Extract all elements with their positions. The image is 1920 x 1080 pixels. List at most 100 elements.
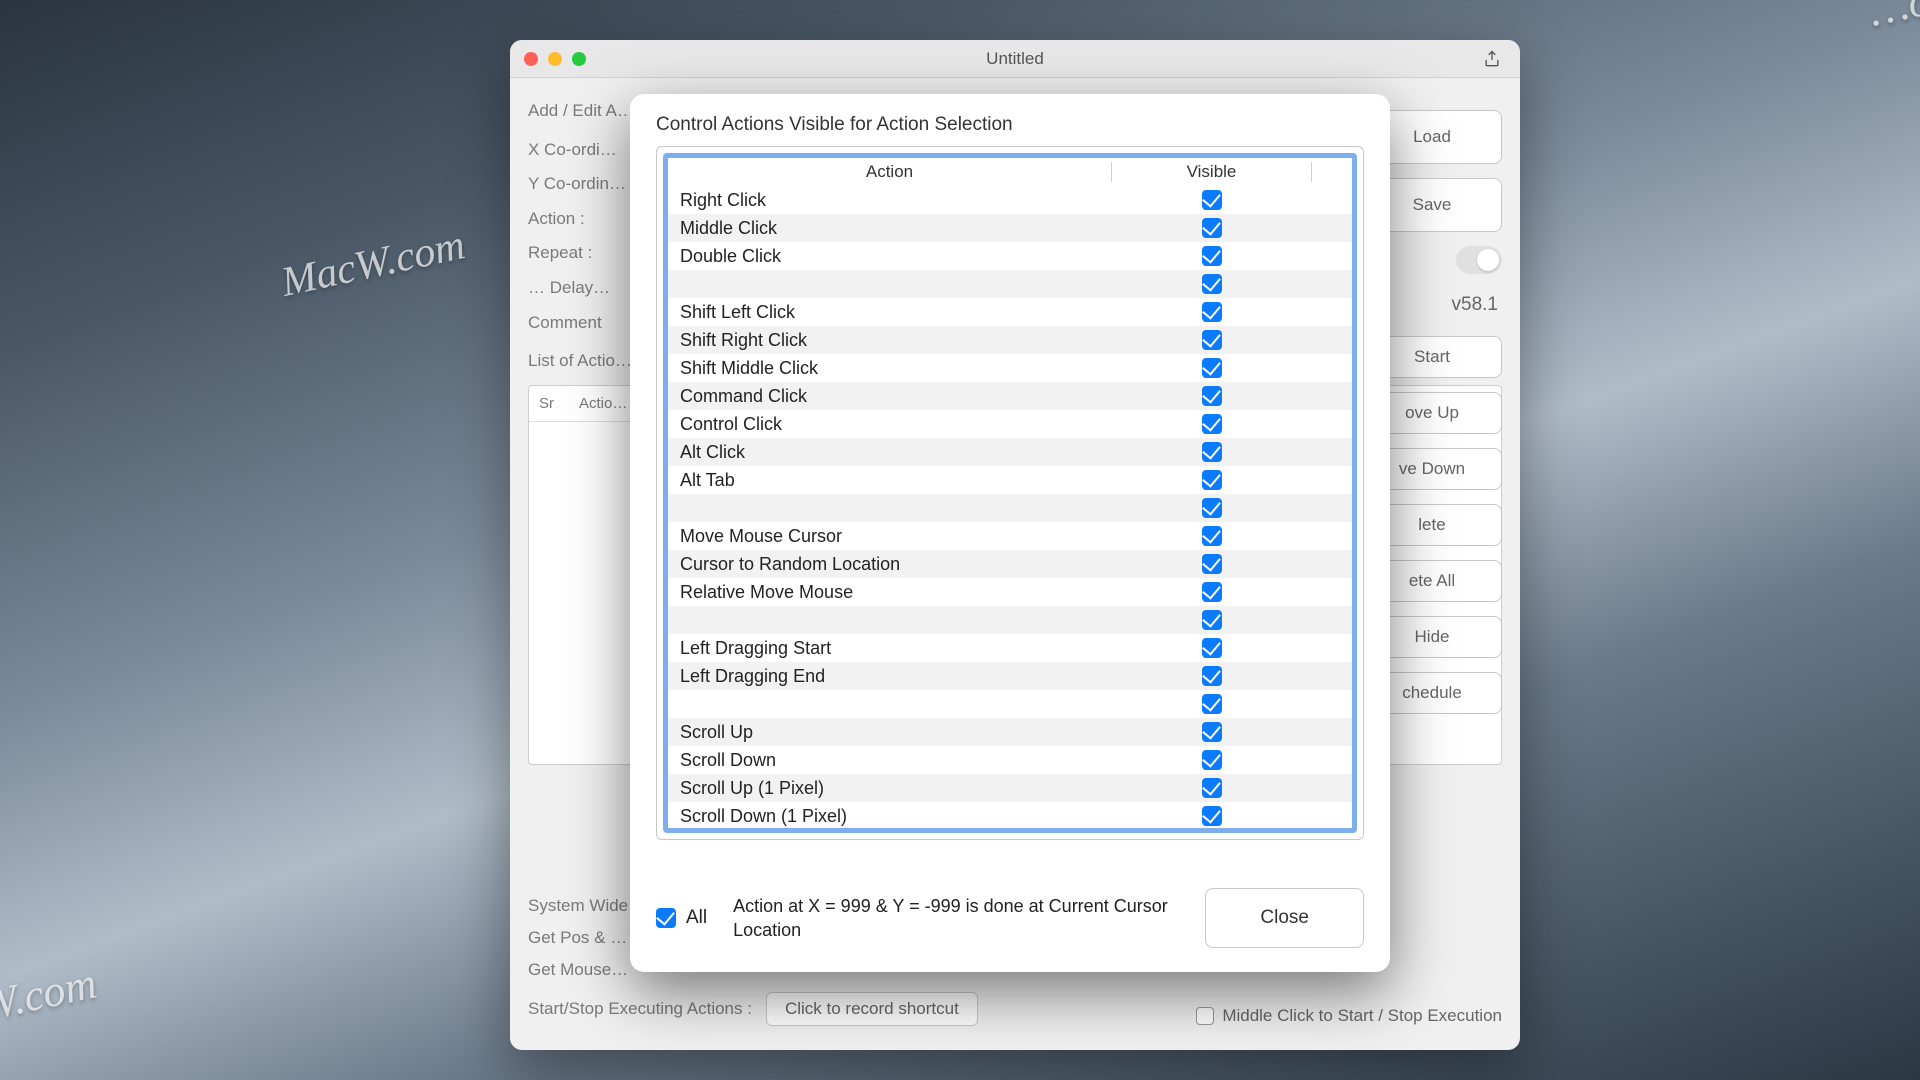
list-item-label: Left Dragging Start — [668, 638, 1112, 659]
header-visible: Visible — [1112, 162, 1312, 182]
list-item-visible-cell[interactable] — [1112, 358, 1312, 378]
visible-checkbox[interactable] — [1202, 582, 1222, 602]
list-item[interactable]: Double Click — [668, 242, 1352, 270]
list-item[interactable]: Shift Middle Click — [668, 354, 1352, 382]
visible-checkbox[interactable] — [1202, 778, 1222, 798]
list-item[interactable]: Left Dragging Start — [668, 634, 1352, 662]
list-item-visible-cell[interactable] — [1112, 498, 1312, 518]
list-item-visible-cell[interactable] — [1112, 526, 1312, 546]
visible-checkbox[interactable] — [1202, 806, 1222, 826]
toggle-switch[interactable] — [1456, 246, 1502, 274]
list-item-visible-cell[interactable] — [1112, 582, 1312, 602]
list-item-visible-cell[interactable] — [1112, 218, 1312, 238]
visible-checkbox[interactable] — [1202, 722, 1222, 742]
list-item-label: Double Click — [668, 246, 1112, 267]
list-item[interactable]: Alt Click — [668, 438, 1352, 466]
list-item[interactable]: Scroll Down (1 Pixel) — [668, 802, 1352, 830]
list-item[interactable]: Shift Right Click — [668, 326, 1352, 354]
startstop-label: Start/Stop Executing Actions : — [528, 999, 752, 1019]
titlebar: Untitled — [510, 40, 1520, 78]
minimize-window-icon[interactable] — [548, 52, 562, 66]
col-sr: Sr — [539, 390, 579, 417]
list-item[interactable]: Command Click — [668, 382, 1352, 410]
maximize-window-icon[interactable] — [572, 52, 586, 66]
visible-checkbox[interactable] — [1202, 302, 1222, 322]
list-item-visible-cell[interactable] — [1112, 722, 1312, 742]
close-button[interactable]: Close — [1205, 888, 1364, 948]
middle-click-label: Middle Click to Start / Stop Execution — [1222, 1006, 1502, 1026]
list-item-label: Cursor to Random Location — [668, 554, 1112, 575]
list-item[interactable] — [668, 606, 1352, 634]
list-item-visible-cell[interactable] — [1112, 330, 1312, 350]
list-item-visible-cell[interactable] — [1112, 274, 1312, 294]
middle-click-row[interactable]: Middle Click to Start / Stop Execution — [1196, 1006, 1502, 1026]
visible-checkbox[interactable] — [1202, 638, 1222, 658]
visible-checkbox[interactable] — [1202, 666, 1222, 686]
record-shortcut-button[interactable]: Click to record shortcut — [766, 992, 978, 1026]
list-item-label: Right Click — [668, 190, 1112, 211]
visible-checkbox[interactable] — [1202, 218, 1222, 238]
list-item[interactable]: Cursor to Random Location — [668, 550, 1352, 578]
list-item-visible-cell[interactable] — [1112, 302, 1312, 322]
visible-checkbox[interactable] — [1202, 358, 1222, 378]
list-item-label: Alt Click — [668, 442, 1112, 463]
visible-checkbox[interactable] — [1202, 246, 1222, 266]
footer-info-text: Action at X = 999 & Y = -999 is done at … — [733, 894, 1179, 943]
list-item-label: Control Click — [668, 414, 1112, 435]
list-item[interactable]: Scroll Down — [668, 746, 1352, 774]
list-item-label: Command Click — [668, 386, 1112, 407]
list-item-visible-cell[interactable] — [1112, 246, 1312, 266]
list-item[interactable] — [668, 270, 1352, 298]
visible-checkbox[interactable] — [1202, 498, 1222, 518]
list-item-visible-cell[interactable] — [1112, 806, 1312, 826]
visible-checkbox[interactable] — [1202, 442, 1222, 462]
list-item[interactable]: Scroll Up (1 Pixel) — [668, 774, 1352, 802]
actions-list[interactable]: Action Visible Right ClickMiddle ClickDo… — [663, 153, 1357, 833]
list-item-visible-cell[interactable] — [1112, 554, 1312, 574]
list-item[interactable] — [668, 494, 1352, 522]
visible-checkbox[interactable] — [1202, 470, 1222, 490]
all-checkbox-row[interactable]: All — [656, 907, 707, 929]
list-item-label: Shift Right Click — [668, 330, 1112, 351]
share-icon[interactable] — [1482, 49, 1502, 69]
list-item[interactable]: Left Dragging End — [668, 662, 1352, 690]
list-item-visible-cell[interactable] — [1112, 750, 1312, 770]
list-item-visible-cell[interactable] — [1112, 778, 1312, 798]
middle-click-checkbox[interactable] — [1196, 1007, 1214, 1025]
list-item[interactable]: Alt Tab — [668, 466, 1352, 494]
list-item-visible-cell[interactable] — [1112, 610, 1312, 630]
visible-checkbox[interactable] — [1202, 554, 1222, 574]
list-item-visible-cell[interactable] — [1112, 190, 1312, 210]
list-item-visible-cell[interactable] — [1112, 442, 1312, 462]
list-item-visible-cell[interactable] — [1112, 694, 1312, 714]
list-item-visible-cell[interactable] — [1112, 666, 1312, 686]
list-item-visible-cell[interactable] — [1112, 386, 1312, 406]
close-window-icon[interactable] — [524, 52, 538, 66]
visible-checkbox[interactable] — [1202, 190, 1222, 210]
list-item[interactable]: Scroll Up — [668, 718, 1352, 746]
list-item-visible-cell[interactable] — [1112, 638, 1312, 658]
visible-checkbox[interactable] — [1202, 694, 1222, 714]
list-item[interactable]: Control Click — [668, 410, 1352, 438]
list-item[interactable]: Right Click — [668, 186, 1352, 214]
visible-checkbox[interactable] — [1202, 386, 1222, 406]
list-item[interactable] — [668, 690, 1352, 718]
list-item-label: Move Mouse Cursor — [668, 526, 1112, 547]
list-item-label: Relative Move Mouse — [668, 582, 1112, 603]
list-item[interactable]: Relative Move Mouse — [668, 578, 1352, 606]
traffic-lights — [524, 52, 586, 66]
visible-checkbox[interactable] — [1202, 526, 1222, 546]
visible-checkbox[interactable] — [1202, 274, 1222, 294]
list-item-label: Middle Click — [668, 218, 1112, 239]
list-item-visible-cell[interactable] — [1112, 470, 1312, 490]
visible-checkbox[interactable] — [1202, 330, 1222, 350]
list-item[interactable]: Middle Click — [668, 214, 1352, 242]
modal-table-wrapper: Action Visible Right ClickMiddle ClickDo… — [656, 146, 1364, 840]
list-item[interactable]: Shift Left Click — [668, 298, 1352, 326]
list-item-visible-cell[interactable] — [1112, 414, 1312, 434]
visible-checkbox[interactable] — [1202, 750, 1222, 770]
all-checkbox[interactable] — [656, 908, 676, 928]
visible-checkbox[interactable] — [1202, 414, 1222, 434]
visible-checkbox[interactable] — [1202, 610, 1222, 630]
list-item[interactable]: Move Mouse Cursor — [668, 522, 1352, 550]
